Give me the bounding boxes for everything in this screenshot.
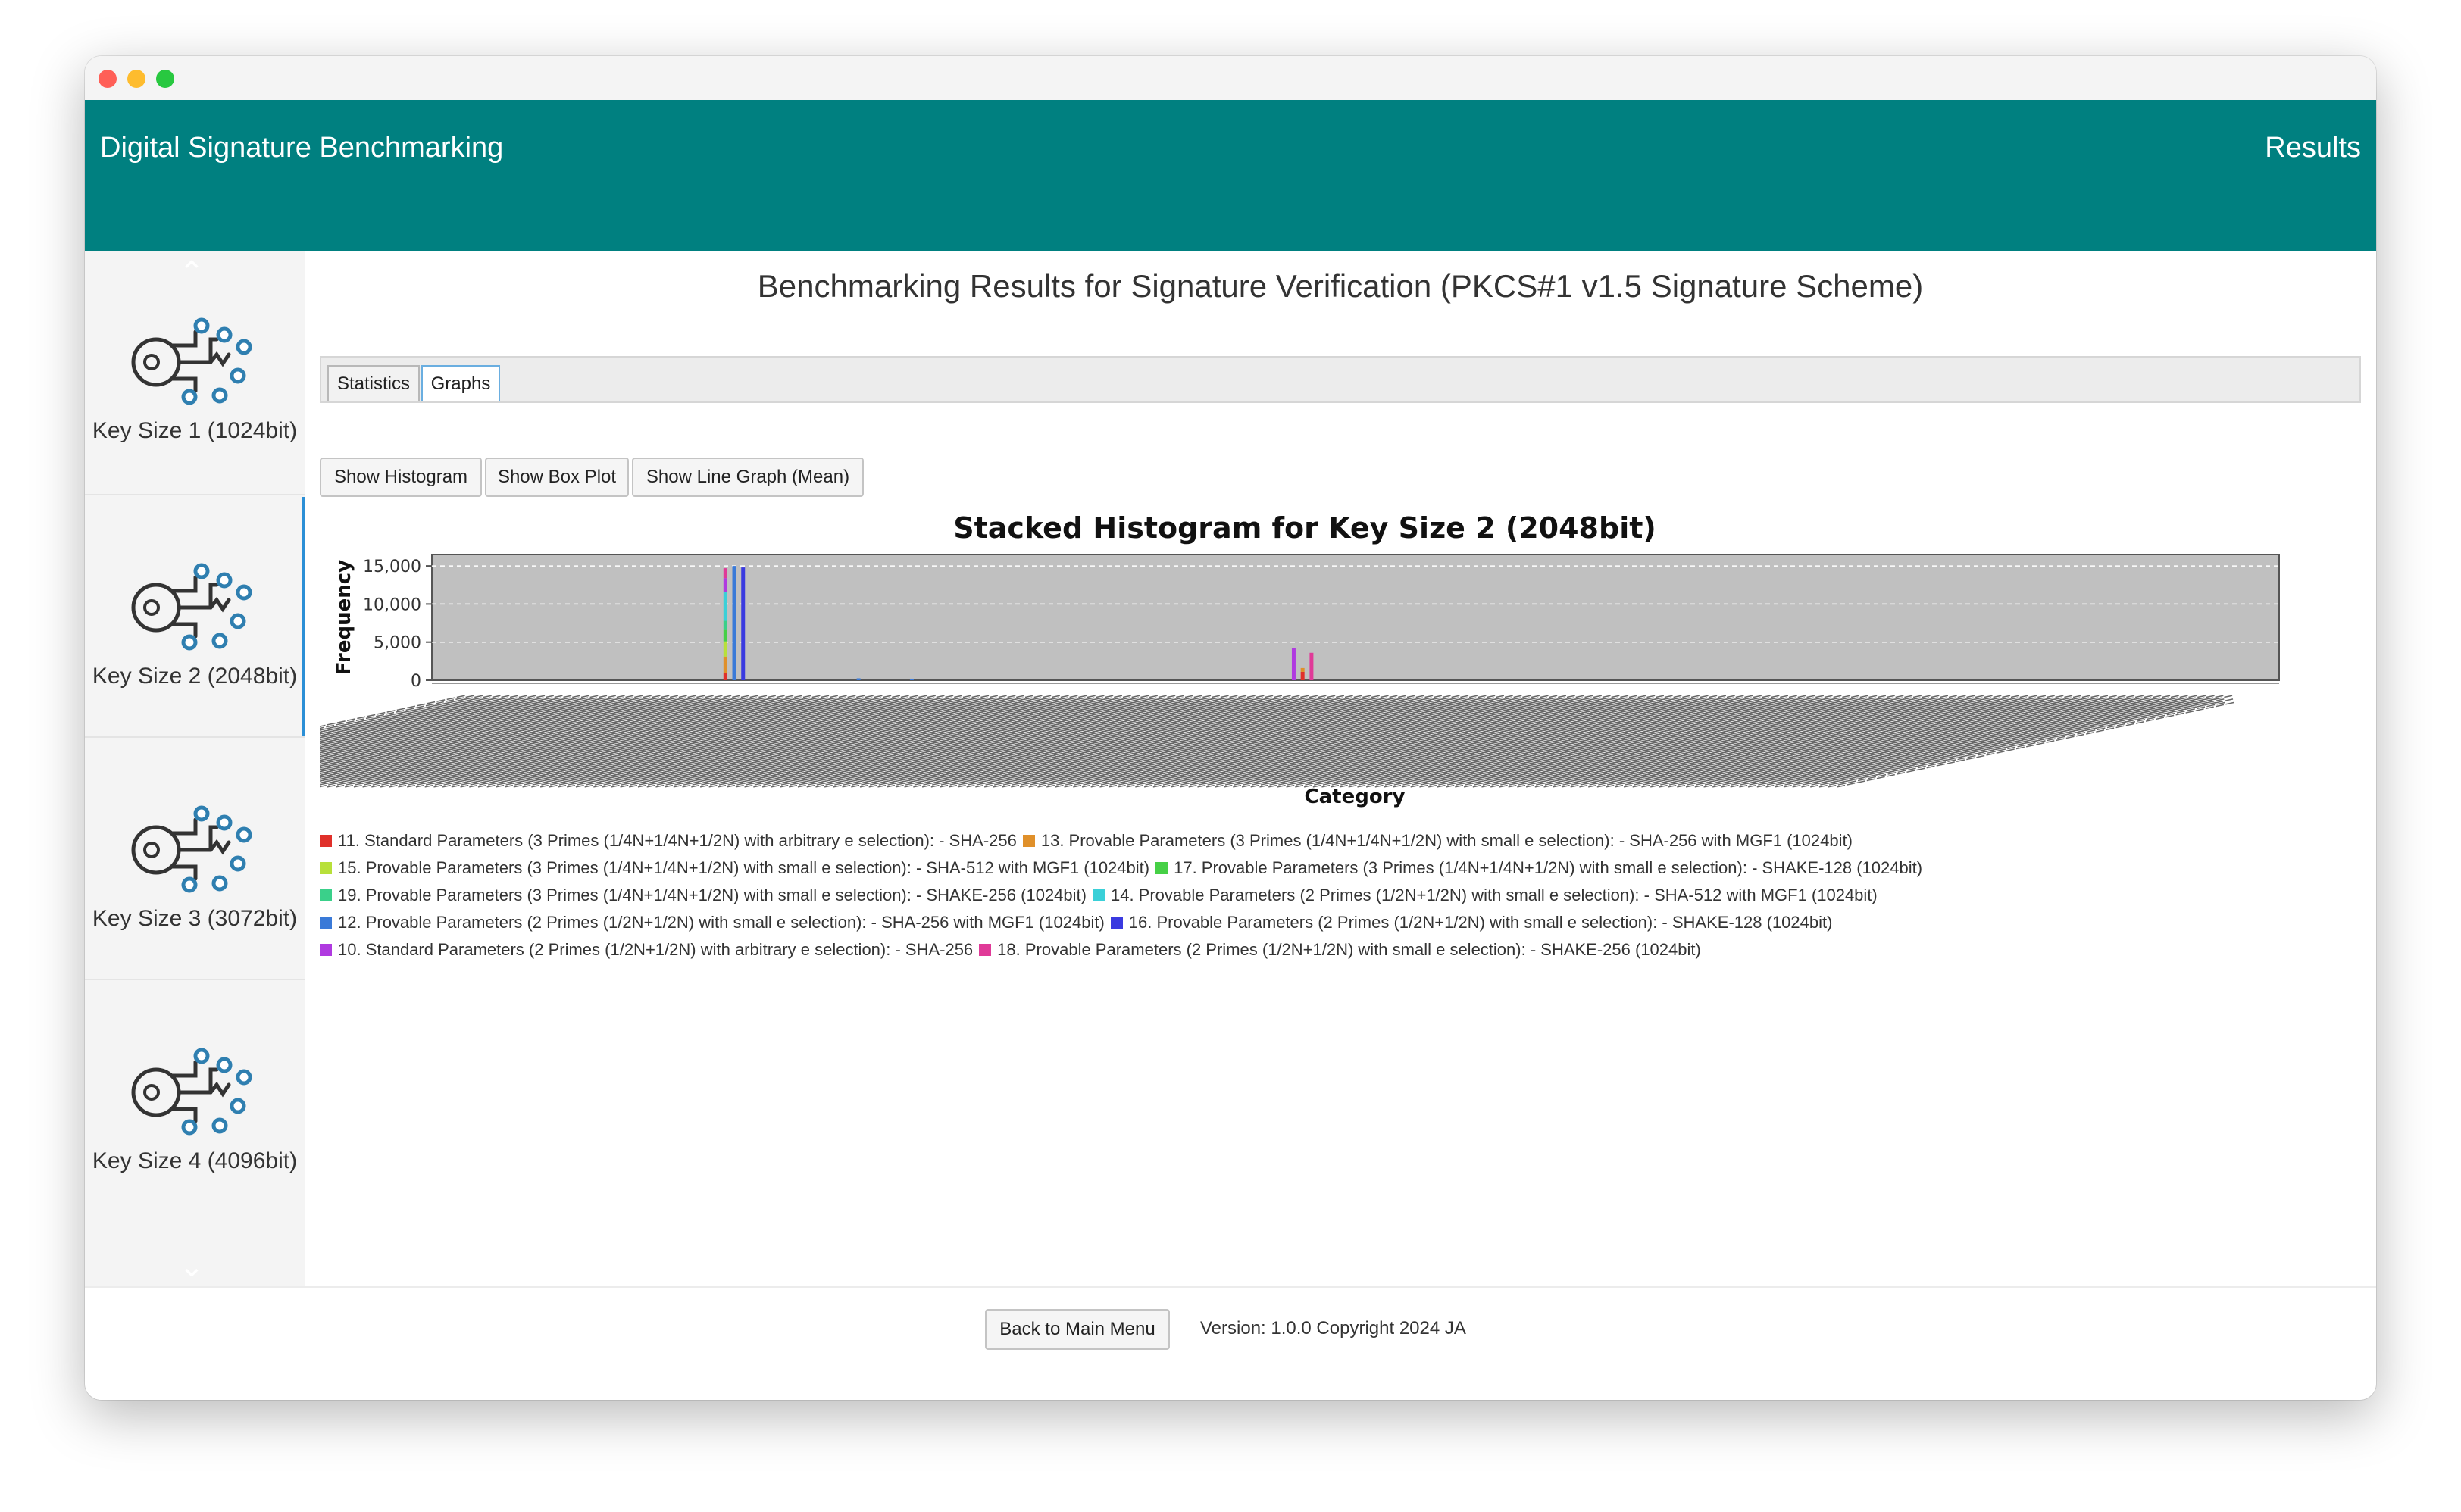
legend-row: 19. Provable Parameters (3 Primes (1/4N+… [320,882,2361,909]
legend-swatch [320,889,332,901]
histogram-bar [741,567,746,680]
legend-label: 12. Provable Parameters (2 Primes (1/2N+… [338,913,1105,932]
sidebar-item-label: Key Size 1 (1024bit) [92,418,298,443]
footer: Back to Main Menu Version: 1.0.0 Copyrig… [85,1286,2376,1400]
key-size-sidebar: ⌃ Key Size 1 (1024bit) Key Size 2 (2048b… [85,251,305,1286]
legend-item: 19. Provable Parameters (3 Primes (1/4N+… [320,882,1087,909]
tab-bar: Statistics Graphs [320,356,2361,403]
histogram-bar [723,641,727,657]
x-axis-label: Category [1305,786,1406,808]
histogram-bar [1291,648,1296,680]
y-tick-label: 10,000 [363,595,421,614]
y-tick-label: 0 [411,672,421,691]
sidebar-item-key-size-1[interactable]: Key Size 1 (1024bit) [85,251,305,491]
sidebar-item-label: Key Size 3 (3072bit) [92,906,298,931]
legend-label: 13. Provable Parameters (3 Primes (1/4N+… [1040,831,1853,850]
chart-title: Stacked Histogram for Key Size 2 (2048bi… [953,511,1656,545]
chevron-down-icon[interactable]: ⌄ [173,1251,211,1282]
histogram-bar [1300,667,1305,672]
legend-item: 10. Standard Parameters (2 Primes (1/2N+… [320,936,973,964]
legend-label: 10. Standard Parameters (2 Primes (1/2N+… [338,940,974,959]
tab-graphs[interactable]: Graphs [421,365,500,401]
legend-label: 15. Provable Parameters (3 Primes (1/4N+… [338,858,1150,877]
histogram-bar [723,656,727,673]
legend-swatch [320,917,332,929]
legend-swatch [320,944,332,956]
legend-label: 11. Standard Parameters (3 Primes (1/4N+… [338,831,1017,850]
legend-swatch [1155,862,1168,874]
histogram-bar [856,678,861,680]
back-to-main-menu-button[interactable]: Back to Main Menu [985,1309,1170,1350]
legend-item: 14. Provable Parameters (2 Primes (1/2N+… [1092,882,1878,909]
sidebar-item-key-size-3[interactable]: Key Size 3 (3072bit) [85,739,305,979]
histogram-bar [723,568,727,579]
histogram-bar [723,629,727,642]
key-circuit-icon [131,317,252,405]
legend-row: 15. Provable Parameters (3 Primes (1/4N+… [320,854,2361,882]
sidebar-item-key-size-4[interactable]: Key Size 4 (4096bit) [85,982,305,1221]
sidebar-item-key-size-2[interactable]: Key Size 2 (2048bit) [85,497,305,736]
legend-swatch [1110,917,1123,929]
histogram-bar [732,566,736,680]
legend-label: 16. Provable Parameters (2 Primes (1/2N+… [1128,913,1833,932]
legend-label: 17. Provable Parameters (3 Primes (1/4N+… [1174,858,1923,877]
legend-row: 10. Standard Parameters (2 Primes (1/2N+… [320,936,2361,964]
legend-label: 18. Provable Parameters (2 Primes (1/2N+… [997,940,1701,959]
sidebar-divider [85,494,305,495]
sidebar-item-label: Key Size 2 (2048bit) [92,664,298,689]
legend-label: 19. Provable Parameters (3 Primes (1/4N+… [338,886,1087,904]
app-title: Digital Signature Benchmarking [100,132,504,164]
legend-label: 14. Provable Parameters (2 Primes (1/2N+… [1110,886,1878,904]
y-axis-label: Frequency [333,560,355,675]
legend-item: 13. Provable Parameters (3 Primes (1/4N+… [1022,827,1853,854]
close-window-button[interactable] [99,70,117,88]
legend-item: 11. Standard Parameters (3 Primes (1/4N+… [320,827,1017,854]
legend-swatch [979,944,992,956]
plot-area [431,554,2280,681]
show-box-plot-button[interactable]: Show Box Plot [485,458,629,497]
legend-item: 16. Provable Parameters (2 Primes (1/2N+… [1110,909,1833,936]
version-text: Version: 1.0.0 Copyright 2024 JA [1200,1318,1466,1339]
histogram-bar [723,592,727,621]
minimize-window-button[interactable] [127,70,145,88]
x-tick-labels: ☰☰☰☰☰☰☰☰☰☰☰☰☰☰☰☰☰☰☰☰☰☰☰☰☰☰☰☰☰☰☰☰☰☰☰☰☰☰☰☰… [320,692,2235,790]
histogram-bar [723,578,727,592]
legend-swatch [320,835,332,847]
show-histogram-button[interactable]: Show Histogram [320,458,482,497]
section-title: Results [2265,132,2361,164]
histogram-bar [909,678,914,680]
key-circuit-icon [131,805,252,893]
histogram-bar [723,620,727,630]
legend-item: 15. Provable Parameters (3 Primes (1/4N+… [320,854,1149,882]
zoom-window-button[interactable] [156,70,174,88]
chart-legend: 11. Standard Parameters (3 Primes (1/4N+… [320,827,2361,964]
legend-item: 18. Provable Parameters (2 Primes (1/2N+… [979,936,1701,964]
sidebar-item-label: Key Size 4 (4096bit) [92,1148,298,1173]
legend-swatch [1092,889,1105,901]
legend-row: 11. Standard Parameters (3 Primes (1/4N+… [320,827,2361,854]
show-line-graph-button[interactable]: Show Line Graph (Mean) [632,458,864,497]
title-bar [85,56,2376,100]
key-circuit-icon [131,1048,252,1136]
histogram-bar [1300,671,1305,680]
results-panel: Benchmarking Results for Signature Verif… [305,251,2376,1286]
legend-item: 12. Provable Parameters (2 Primes (1/2N+… [320,909,1105,936]
legend-item: 17. Provable Parameters (3 Primes (1/4N+… [1155,854,1922,882]
app-header: Digital Signature Benchmarking Results [85,100,2376,251]
y-tick-label: 5,000 [374,634,421,653]
app-window: Digital Signature Benchmarking Results ⌃ [85,56,2376,1400]
sidebar-divider [85,736,305,738]
sidebar-divider [85,979,305,980]
page-title: Benchmarking Results for Signature Verif… [757,268,1924,304]
histogram-bar [1309,652,1314,680]
y-tick-label: 15,000 [363,558,421,576]
key-circuit-icon [131,563,252,651]
legend-swatch [1022,835,1035,847]
histogram-svg: Stacked Histogram for Key Size 2 (2048bi… [320,511,2280,808]
legend-swatch [320,862,332,874]
tab-statistics[interactable]: Statistics [327,365,420,401]
histogram-bar [723,673,727,680]
legend-row: 12. Provable Parameters (2 Primes (1/2N+… [320,909,2361,936]
stacked-histogram-chart: Stacked Histogram for Key Size 2 (2048bi… [320,506,2361,809]
